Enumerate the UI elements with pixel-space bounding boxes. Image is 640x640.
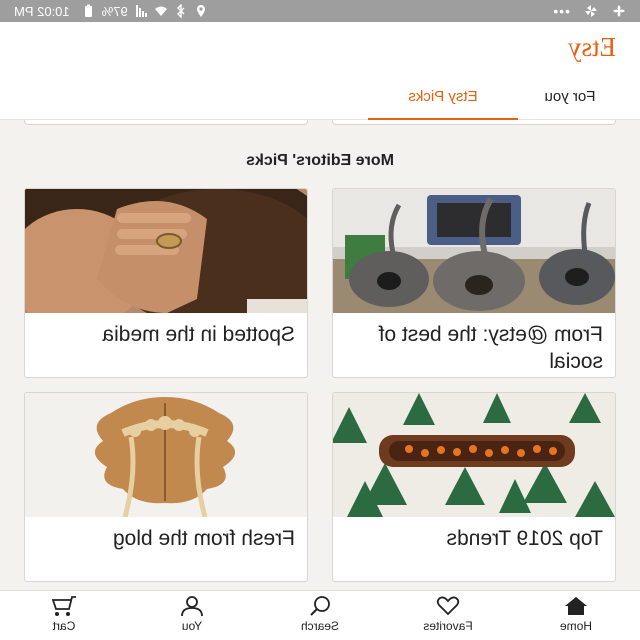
nav-label: Favorites	[423, 619, 473, 633]
editors-pick-card[interactable]: Top 2019 Trends	[332, 392, 616, 582]
nav-label: You	[181, 619, 203, 633]
screen: ••• 97% 10:02 PM Etsy For you Etsy Picks…	[0, 0, 640, 640]
nav-favorites[interactable]: Favorites	[400, 595, 496, 633]
nav-label: Cart	[52, 619, 76, 633]
bluetooth-icon	[176, 4, 185, 18]
previous-card-edge	[332, 120, 616, 125]
wooden-tray-pine-trees-photo	[333, 393, 615, 517]
signal-icon	[135, 5, 147, 17]
search-icon	[310, 596, 330, 616]
nav-cart[interactable]: Cart	[16, 595, 112, 633]
leaf-hair-pin-photo	[25, 393, 307, 517]
card-title: Top 2019 Trends	[446, 527, 603, 550]
pinwheel-icon	[585, 5, 597, 17]
location-icon	[196, 5, 205, 17]
etsy-logo[interactable]: Etsy	[568, 32, 616, 63]
cart-icon	[51, 596, 76, 616]
heart-icon	[436, 596, 460, 616]
nav-search[interactable]: Search	[272, 595, 368, 633]
card-title: From @etsy: the best of social	[378, 323, 603, 373]
felt-cat-pods-photo	[333, 189, 615, 313]
nav-label: Search	[300, 619, 340, 633]
bottom-nav: Home Favorites Search You Cart	[0, 590, 640, 640]
wifi-icon	[154, 6, 167, 16]
battery-icon	[84, 4, 92, 17]
previous-card-edge	[24, 120, 308, 125]
section-title: More Editors' Picks	[246, 152, 394, 169]
editors-pick-card[interactable]: From @etsy: the best of social	[332, 188, 616, 378]
tab-bar: For you Etsy Picks	[0, 84, 640, 120]
person-icon	[181, 596, 203, 617]
status-time: 10:02 PM	[14, 3, 70, 19]
fan-icon	[613, 5, 625, 17]
more-icon: •••	[552, 3, 570, 19]
editors-pick-card[interactable]: Fresh from the blog	[24, 392, 308, 582]
nav-label: Home	[560, 619, 593, 633]
status-bar: ••• 97% 10:02 PM	[0, 0, 640, 22]
editors-pick-card[interactable]: Spotted in the media	[24, 188, 308, 378]
app-header: Etsy For you Etsy Picks	[0, 22, 640, 120]
battery-percent: 97%	[101, 3, 128, 19]
nav-you[interactable]: You	[144, 595, 240, 633]
woman-with-ring-photo	[25, 189, 307, 313]
tab-etsy-picks[interactable]: Etsy Picks	[368, 84, 518, 120]
card-title: Fresh from the blog	[112, 527, 295, 550]
home-icon	[565, 597, 587, 615]
tab-for-you[interactable]: For you	[522, 84, 618, 120]
nav-home[interactable]: Home	[528, 595, 624, 633]
card-title: Spotted in the media	[102, 323, 295, 346]
